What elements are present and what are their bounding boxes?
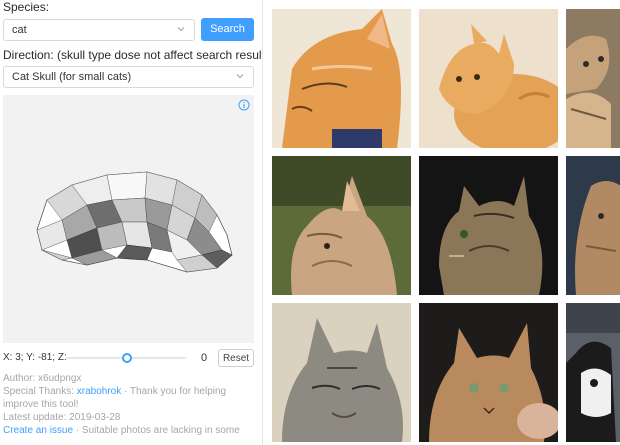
thanks-link[interactable]: xrabohrok bbox=[77, 386, 121, 397]
cat-photo-3[interactable] bbox=[566, 9, 620, 148]
special-thanks: Special Thanks: xrabohrok · Thank you fo… bbox=[3, 385, 258, 411]
issue-line: Create an issue · Suitable photos are la… bbox=[3, 424, 258, 437]
issue-suffix: · Suitable photos are lacking in some bbox=[75, 425, 240, 436]
cat-photo-5[interactable] bbox=[419, 156, 558, 295]
chevron-down-icon bbox=[236, 74, 244, 79]
app-root: Species: cat Search Direction: (skull ty… bbox=[0, 0, 620, 445]
photo-grid bbox=[272, 9, 620, 445]
thanks-prefix: Special Thanks: bbox=[3, 386, 74, 397]
credits-section: Author: x6udpngx Special Thanks: xrabohr… bbox=[3, 372, 258, 437]
panel-divider bbox=[262, 0, 263, 445]
create-issue-link[interactable]: Create an issue bbox=[3, 425, 73, 436]
species-select[interactable]: cat bbox=[3, 19, 195, 41]
cat-photo-2[interactable] bbox=[419, 9, 558, 148]
search-button[interactable]: Search bbox=[201, 18, 254, 41]
author-text: Author: x6udpngx bbox=[3, 373, 82, 384]
cat-photo-1[interactable] bbox=[272, 9, 411, 148]
control-panel: Species: cat Search Direction: (skull ty… bbox=[0, 0, 262, 445]
z-rotation-slider-handle[interactable] bbox=[122, 353, 132, 363]
reset-button[interactable]: Reset bbox=[218, 349, 254, 367]
direction-select-value: Cat Skull (for small cats) bbox=[12, 71, 132, 83]
cat-skull-model[interactable] bbox=[27, 160, 237, 275]
latest-update: Latest update: 2019-03-28 bbox=[3, 412, 121, 423]
direction-label: Direction: (skull type dose not affect s… bbox=[3, 48, 262, 62]
chevron-down-icon bbox=[177, 27, 185, 32]
species-label: Species: bbox=[3, 0, 50, 14]
cat-photo-9[interactable] bbox=[566, 303, 620, 442]
cat-photo-8[interactable] bbox=[419, 303, 558, 442]
skull-3d-viewer[interactable] bbox=[3, 95, 254, 343]
cat-photo-6[interactable] bbox=[566, 156, 620, 295]
cat-photo-4[interactable] bbox=[272, 156, 411, 295]
info-icon[interactable] bbox=[238, 99, 250, 111]
species-select-value: cat bbox=[12, 24, 27, 36]
direction-select[interactable]: Cat Skull (for small cats) bbox=[3, 66, 254, 88]
cat-photo-7[interactable] bbox=[272, 303, 411, 442]
z-rotation-value: 0 bbox=[201, 352, 208, 364]
rotation-coordinates: X: 3; Y: -81; Z: bbox=[3, 352, 67, 363]
